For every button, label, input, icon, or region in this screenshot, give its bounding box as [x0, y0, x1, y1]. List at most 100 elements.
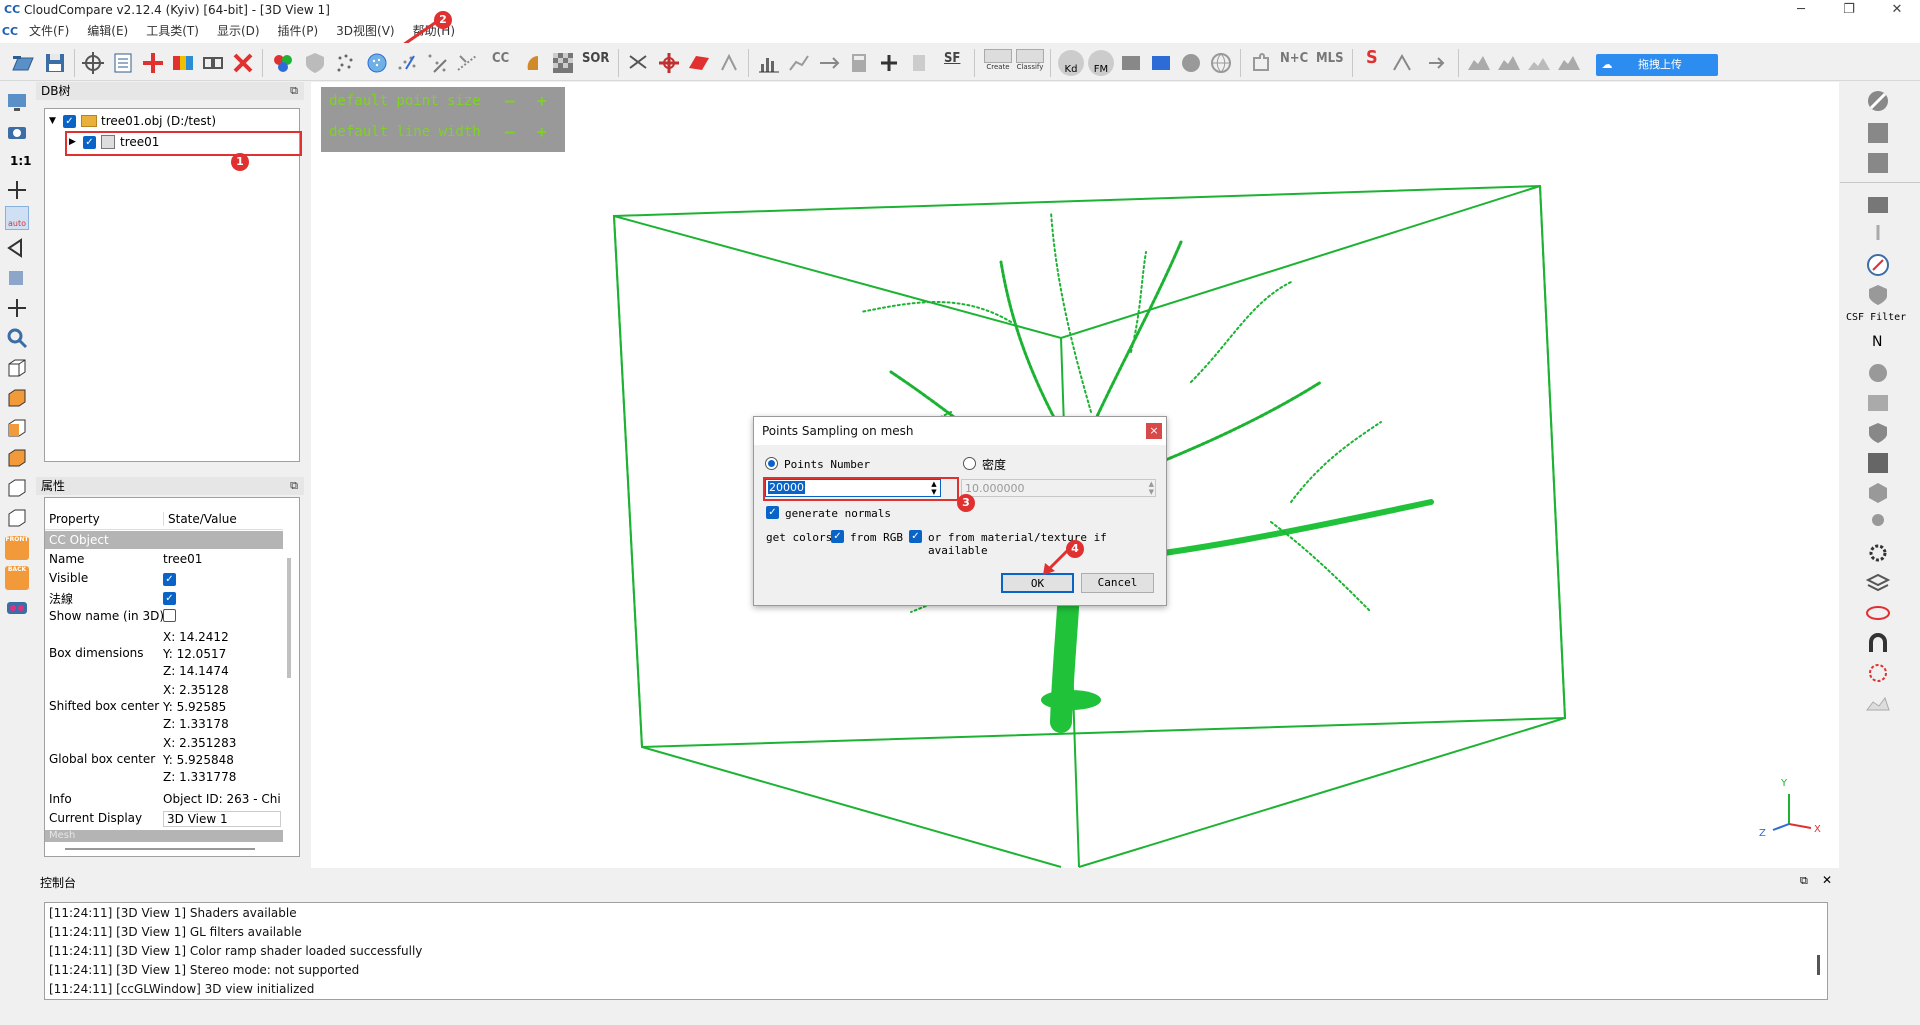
- view-left-icon[interactable]: [5, 416, 29, 440]
- remove-sf-icon[interactable]: [906, 50, 932, 76]
- from-rgb-checkbox[interactable]: ✓: [831, 530, 844, 543]
- scissors-icon[interactable]: [626, 50, 652, 76]
- sample-points-on-mesh-icon[interactable]: [364, 50, 390, 76]
- histogram-icon[interactable]: [756, 50, 782, 76]
- cross-section-icon[interactable]: [656, 50, 682, 76]
- gear-icon[interactable]: [1865, 540, 1891, 566]
- close-window-icon[interactable]: ✕: [1874, 0, 1920, 20]
- brush-icon[interactable]: [1865, 222, 1891, 248]
- cloud-layers-icon[interactable]: [1865, 120, 1891, 146]
- checker-icon[interactable]: [550, 50, 576, 76]
- plane-icon[interactable]: [686, 50, 712, 76]
- zoom-icon[interactable]: [5, 326, 29, 350]
- profile-1-icon[interactable]: [1466, 50, 1492, 76]
- console-scrollbar[interactable]: [1817, 955, 1820, 975]
- dialog-close-button[interactable]: ×: [1146, 423, 1162, 439]
- csf-filter-icon[interactable]: [1865, 282, 1891, 308]
- cc-compare-icon[interactable]: CC: [492, 51, 509, 66]
- sor-filter-button[interactable]: SOR: [582, 51, 609, 66]
- console-close-icon[interactable]: ✕: [1822, 873, 1832, 887]
- menu-display[interactable]: 显示(D): [208, 20, 269, 43]
- move-icon[interactable]: [5, 296, 29, 320]
- point-size-plus-button[interactable]: +: [537, 91, 547, 110]
- layers-icon[interactable]: [1865, 570, 1891, 596]
- no-entry-icon[interactable]: [1865, 88, 1891, 114]
- view-top-icon[interactable]: [5, 356, 29, 380]
- ransac-icon[interactable]: [1865, 510, 1891, 536]
- profile-3-icon[interactable]: [1526, 50, 1552, 76]
- generate-normals-checkbox[interactable]: ✓: [766, 506, 779, 519]
- undock-icon[interactable]: ⧉: [290, 82, 298, 100]
- profile-4-icon[interactable]: [1556, 50, 1582, 76]
- minimize-icon[interactable]: ─: [1778, 0, 1824, 20]
- puzzle-icon[interactable]: [1248, 50, 1274, 76]
- s-curve-icon[interactable]: S: [1366, 47, 1378, 68]
- menu-file[interactable]: 文件(F): [20, 20, 78, 43]
- orient-icon[interactable]: [520, 50, 546, 76]
- north-label[interactable]: N: [1872, 334, 1882, 350]
- display-select[interactable]: 3D View 1: [163, 811, 281, 827]
- kd-tree-button[interactable]: Kd: [1058, 50, 1084, 76]
- export-icon[interactable]: [1424, 50, 1450, 76]
- stereo-icon[interactable]: [5, 596, 29, 620]
- menu-edit[interactable]: 编辑(E): [78, 20, 137, 43]
- view-front-icon[interactable]: [5, 386, 29, 410]
- console-undock-icon[interactable]: ⧉: [1800, 874, 1808, 888]
- mls-button[interactable]: MLS: [1316, 51, 1344, 66]
- point-size-minus-button[interactable]: —: [505, 91, 515, 110]
- menu-plugins[interactable]: 插件(P): [269, 20, 328, 43]
- ok-button[interactable]: OK: [1001, 573, 1074, 593]
- delete-icon[interactable]: [230, 50, 256, 76]
- point-pick-icon[interactable]: [716, 50, 742, 76]
- rotate-view-icon[interactable]: [5, 236, 29, 260]
- m3c2-icon[interactable]: [1865, 390, 1891, 416]
- magnet-icon[interactable]: [1865, 630, 1891, 656]
- add-sf-icon[interactable]: [876, 50, 902, 76]
- scatter-icon[interactable]: [394, 50, 420, 76]
- disk-icon[interactable]: [1118, 50, 1144, 76]
- merge-icon[interactable]: [140, 50, 166, 76]
- camera-icon[interactable]: [5, 120, 29, 144]
- radio-points-number[interactable]: [765, 457, 778, 470]
- line-width-minus-button[interactable]: —: [505, 122, 515, 141]
- crosshair-icon[interactable]: [5, 178, 29, 202]
- stats-icon[interactable]: [1865, 150, 1891, 176]
- view-right-icon[interactable]: [5, 476, 29, 500]
- shield-cloud-icon[interactable]: [302, 50, 328, 76]
- point-cloud-icon[interactable]: [332, 50, 358, 76]
- drag-upload-button[interactable]: ☁ 拖拽上传: [1596, 54, 1718, 76]
- sphere-icon[interactable]: [1178, 50, 1204, 76]
- list-icon[interactable]: [110, 50, 136, 76]
- view-back-icon[interactable]: [5, 446, 29, 470]
- normals-checkbox[interactable]: ✓: [163, 592, 176, 605]
- root-checkbox[interactable]: ✓: [63, 114, 76, 128]
- hexagon-icon[interactable]: [1865, 480, 1891, 506]
- auto-pivot-button[interactable]: auto: [5, 206, 29, 230]
- n-plus-c-button[interactable]: N+C: [1280, 51, 1308, 66]
- cancel-button[interactable]: Cancel: [1081, 573, 1154, 593]
- translate-rotate-icon[interactable]: [80, 50, 106, 76]
- scale-sf-icon[interactable]: [1390, 50, 1416, 76]
- hpr-icon[interactable]: [1148, 50, 1174, 76]
- animation-icon[interactable]: [1865, 192, 1891, 218]
- tree-root-item[interactable]: ▼ ✓ tree01.obj (D:/test): [49, 112, 216, 130]
- expand-down-icon[interactable]: ▼: [49, 116, 63, 126]
- open-icon[interactable]: [10, 50, 36, 76]
- sf-arith-icon[interactable]: [786, 50, 812, 76]
- ellipse-icon[interactable]: [1865, 600, 1891, 626]
- radio-density[interactable]: [963, 457, 976, 470]
- shield-plugin-icon[interactable]: [1865, 420, 1891, 446]
- compass-icon[interactable]: [1865, 252, 1891, 278]
- iso-front-button[interactable]: FRONT: [5, 536, 29, 560]
- properties-scrollbar[interactable]: [287, 558, 291, 678]
- save-icon[interactable]: [42, 50, 68, 76]
- showname-checkbox[interactable]: [163, 609, 176, 622]
- fullscreen-icon[interactable]: [5, 90, 29, 114]
- from-material-checkbox[interactable]: ✓: [909, 530, 922, 543]
- cloth-icon[interactable]: [1865, 660, 1891, 686]
- color-scale-icon[interactable]: [170, 50, 196, 76]
- subsample-icon[interactable]: [424, 50, 450, 76]
- fast-marching-button[interactable]: FM: [1088, 50, 1114, 76]
- hpr-plugin-icon[interactable]: [1865, 360, 1891, 386]
- properties-hscrollbar[interactable]: [65, 848, 255, 850]
